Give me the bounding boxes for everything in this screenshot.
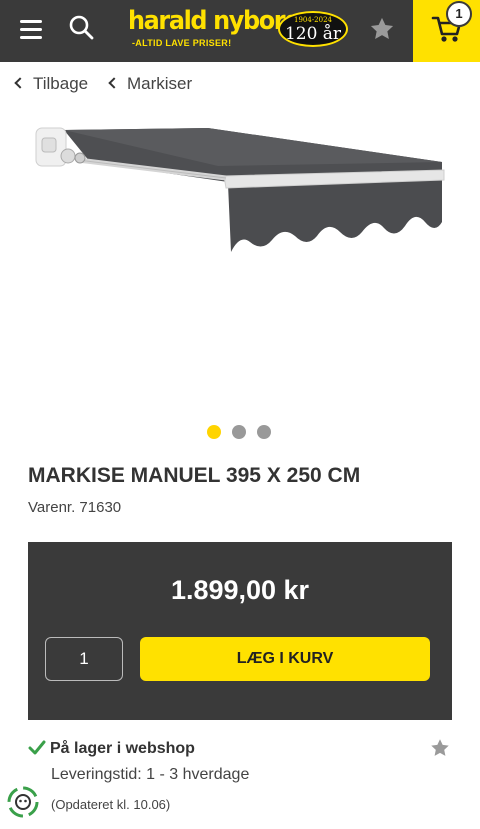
gallery-dot-3[interactable] xyxy=(257,425,271,439)
brand-logo[interactable]: harald nyborg -ALTID LAVE PRISER! 1904-2… xyxy=(128,6,354,52)
category-link-label: Markiser xyxy=(127,74,193,93)
gallery-dot-2[interactable] xyxy=(232,425,246,439)
awning-product-image[interactable] xyxy=(28,116,452,266)
checkmark-icon xyxy=(28,740,46,755)
add-to-cart-button[interactable]: LÆG I KURV xyxy=(140,637,430,681)
favorites-star-icon[interactable] xyxy=(368,15,396,43)
badge-number: 120 år xyxy=(284,24,342,44)
recycle-badge-icon[interactable] xyxy=(6,785,40,819)
logo-name: harald nyborg xyxy=(128,6,301,36)
gallery-dot-1[interactable] xyxy=(207,425,221,439)
delivery-time: Leveringstid: 1 - 3 hverdage xyxy=(51,766,250,783)
breadcrumb: Tilbage Markiser xyxy=(0,62,480,106)
chevron-left-icon xyxy=(108,77,120,89)
product-title: MARKISE MANUEL 395 X 250 CM xyxy=(28,464,361,487)
stock-info: På lager i webshop Leveringstid: 1 - 3 h… xyxy=(28,738,452,828)
search-icon[interactable] xyxy=(68,14,96,42)
stock-updated-time: (Opdateret kl. 10.06) xyxy=(51,797,171,812)
buy-box: 1.899,00 kr LÆG I KURV xyxy=(28,542,452,720)
back-link-label: Tilbage xyxy=(33,74,89,93)
quantity-input[interactable] xyxy=(45,637,123,681)
chevron-left-icon xyxy=(14,77,26,89)
anniversary-badge: 1904-2024 120 år xyxy=(278,11,348,47)
top-header: harald nyborg -ALTID LAVE PRISER! 1904-2… xyxy=(0,0,480,62)
hamburger-menu-icon[interactable] xyxy=(20,18,46,40)
cart-button[interactable]: 1 xyxy=(413,0,480,62)
stock-status: På lager i webshop xyxy=(50,740,195,757)
favorite-star-icon[interactable] xyxy=(429,737,451,759)
back-link[interactable]: Tilbage xyxy=(14,74,89,94)
logo-tagline: -ALTID LAVE PRISER! xyxy=(132,38,232,48)
gallery-dots xyxy=(207,425,277,441)
product-price: 1.899,00 kr xyxy=(170,575,310,605)
product-sku: Varenr. 71630 xyxy=(28,499,122,516)
category-link[interactable]: Markiser xyxy=(108,74,193,94)
cart-count-badge: 1 xyxy=(446,1,472,27)
badge-years: 1904-2024 xyxy=(294,16,332,24)
